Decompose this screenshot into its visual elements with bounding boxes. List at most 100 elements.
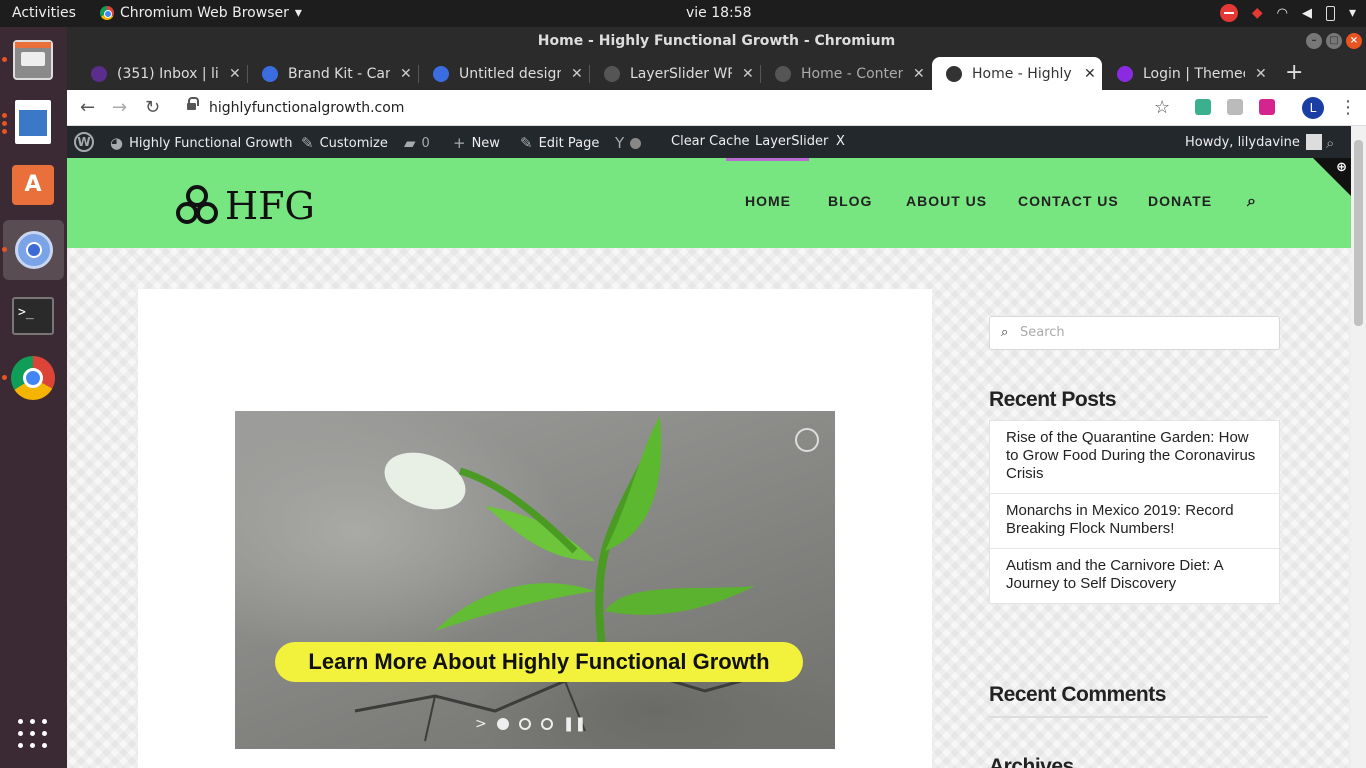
- page-scrollbar[interactable]: [1351, 126, 1366, 768]
- google-chrome-app[interactable]: [2, 355, 56, 401]
- address-bar[interactable]: highlyfunctionalgrowth.com: [176, 94, 1193, 122]
- globe-icon: [775, 65, 791, 82]
- running-indicator: [2, 113, 7, 118]
- new-tab-button[interactable]: +: [1285, 60, 1303, 85]
- close-tab-icon[interactable]: ✕: [1255, 66, 1267, 82]
- do-not-disturb-icon[interactable]: [1219, 4, 1238, 22]
- admin-account-menu[interactable]: Howdy, lilydavine: [1185, 134, 1322, 150]
- tab-layerslider[interactable]: LayerSlider WP ✕: [590, 57, 760, 90]
- search-placeholder: Search: [1020, 325, 1065, 340]
- system-menu-chevron-icon[interactable]: ▾: [1349, 5, 1356, 21]
- menu-blog[interactable]: BLOG: [828, 193, 872, 209]
- menu-contact-us[interactable]: CONTACT US: [1018, 193, 1119, 209]
- themeco-icon: [1117, 65, 1133, 82]
- running-indicator: [2, 375, 7, 380]
- wifi-icon[interactable]: ◠: [1277, 6, 1288, 21]
- admin-clear-cache-link[interactable]: Clear Cache: [671, 134, 750, 149]
- tab-inbox[interactable]: (351) Inbox | lily ✕: [77, 57, 247, 90]
- extension-shield-icon[interactable]: [1195, 99, 1211, 115]
- close-tab-icon[interactable]: ✕: [742, 66, 754, 82]
- reload-button[interactable]: ↻: [145, 97, 160, 118]
- app-menu[interactable]: Chromium Web Browser ▾: [100, 5, 302, 21]
- admin-edit-page-link[interactable]: ✎ Edit Page: [520, 134, 599, 152]
- site-header: HFG HOME BLOG ABOUT US CONTACT US DONATE…: [67, 158, 1351, 248]
- admin-layerslider-link[interactable]: LayerSlider: [755, 134, 828, 149]
- dropbox-icon[interactable]: ◆: [1252, 5, 1263, 21]
- maximize-button[interactable]: □: [1326, 33, 1342, 49]
- sidebar-search-input[interactable]: ⌕ Search: [989, 316, 1280, 350]
- admin-customize-link[interactable]: ✎ Customize: [301, 134, 388, 152]
- libreoffice-writer-app[interactable]: [2, 99, 56, 145]
- recent-post-link[interactable]: Rise of the Quarantine Garden: How to Gr…: [990, 421, 1279, 494]
- show-applications-button[interactable]: [18, 719, 48, 749]
- admin-x-theme-link[interactable]: X: [836, 134, 845, 149]
- volume-icon[interactable]: ◀: [1302, 6, 1312, 21]
- pencil-icon: ✎: [520, 134, 533, 152]
- terminal-app[interactable]: >_: [10, 293, 56, 339]
- tab-label: LayerSlider WP: [630, 65, 732, 82]
- admin-search-icon[interactable]: ⌕: [1326, 134, 1334, 152]
- recent-post-link[interactable]: Monarchs in Mexico 2019: Record Breaking…: [990, 494, 1279, 549]
- window-titlebar[interactable]: Home - Highly Functional Growth - Chromi…: [67, 27, 1366, 55]
- triskele-icon: [946, 65, 962, 82]
- slide-bullet-2[interactable]: [518, 718, 531, 730]
- clock[interactable]: vie 18:58: [686, 5, 752, 21]
- activities-button[interactable]: Activities: [12, 5, 76, 21]
- learn-more-button[interactable]: Learn More About Highly Functional Growt…: [275, 642, 803, 682]
- close-window-button[interactable]: ×: [1346, 33, 1362, 49]
- tab-home-content[interactable]: Home - Content ✕: [761, 57, 931, 90]
- close-tab-icon[interactable]: ✕: [913, 66, 925, 82]
- close-tab-icon[interactable]: ✕: [229, 66, 241, 82]
- active-menu-indicator: [726, 158, 809, 161]
- menu-search-icon[interactable]: ⌕: [1247, 193, 1257, 211]
- forward-button[interactable]: →: [112, 97, 127, 118]
- comment-icon: ▰: [404, 134, 416, 152]
- menu-home[interactable]: HOME: [745, 193, 791, 209]
- extension-timer-icon[interactable]: [1259, 99, 1275, 115]
- admin-new-link[interactable]: + New: [453, 134, 500, 152]
- admin-comments-count: 0: [421, 135, 430, 151]
- tab-untitled-design[interactable]: Untitled design ✕: [419, 57, 589, 90]
- close-tab-icon[interactable]: ✕: [571, 66, 583, 82]
- files-app[interactable]: [2, 37, 56, 83]
- extension-k-icon[interactable]: [1227, 99, 1243, 115]
- image-slider[interactable]: Learn More About Highly Functional Growt…: [235, 411, 835, 749]
- site-logo[interactable]: HFG: [171, 182, 315, 230]
- running-indicator: [2, 121, 7, 126]
- recent-post-link[interactable]: Autism and the Carnivore Diet: A Journey…: [990, 549, 1279, 603]
- close-tab-icon[interactable]: ✕: [400, 66, 412, 82]
- search-icon: ⌕: [1001, 325, 1009, 340]
- battery-icon[interactable]: [1325, 5, 1335, 21]
- chromium-icon: [14, 231, 53, 269]
- tab-login-themeco[interactable]: Login | Themeco ✕: [1103, 57, 1273, 90]
- app-menu-label: Chromium Web Browser: [120, 5, 289, 21]
- bookmark-star-icon[interactable]: ☆: [1154, 97, 1170, 118]
- profile-avatar[interactable]: L: [1302, 97, 1324, 119]
- slider-pause-icon[interactable]: ❚❚: [563, 716, 586, 732]
- slider-next-icon[interactable]: >: [475, 716, 487, 732]
- admin-site-link[interactable]: ◕ Highly Functional Growth: [110, 134, 292, 152]
- plus-circle-icon[interactable]: ⊕: [1336, 160, 1347, 175]
- admin-new-label: New: [471, 135, 500, 151]
- system-tray[interactable]: ◆ ◠ ◀ ▾: [1219, 4, 1356, 22]
- chromium-app[interactable]: [2, 220, 64, 280]
- menu-donate[interactable]: DONATE: [1148, 193, 1212, 209]
- user-avatar: [1305, 134, 1322, 150]
- lock-icon[interactable]: [187, 97, 199, 112]
- more-menu-icon[interactable]: ⋮: [1339, 97, 1357, 118]
- slide-bullet-1[interactable]: [496, 718, 509, 730]
- scrollbar-thumb[interactable]: [1354, 140, 1363, 326]
- close-tab-icon[interactable]: ✕: [1084, 66, 1096, 82]
- software-center-app[interactable]: A: [10, 162, 56, 208]
- minimize-button[interactable]: –: [1306, 33, 1322, 49]
- admin-site-label: Highly Functional Growth: [129, 135, 293, 151]
- back-button[interactable]: ←: [80, 97, 95, 118]
- web-page: HFG HOME BLOG ABOUT US CONTACT US DONATE…: [67, 158, 1351, 768]
- admin-comments-link[interactable]: ▰ 0: [404, 134, 430, 152]
- tab-brand-kit[interactable]: Brand Kit - Canv ✕: [248, 57, 418, 90]
- wordpress-logo-icon[interactable]: W: [74, 132, 94, 152]
- yoast-seo-link[interactable]: Y: [615, 134, 642, 152]
- slide-bullet-3[interactable]: [540, 718, 553, 730]
- menu-about-us[interactable]: ABOUT US: [906, 193, 987, 209]
- tab-home-highly-functional[interactable]: Home - Highly F ✕: [932, 57, 1102, 90]
